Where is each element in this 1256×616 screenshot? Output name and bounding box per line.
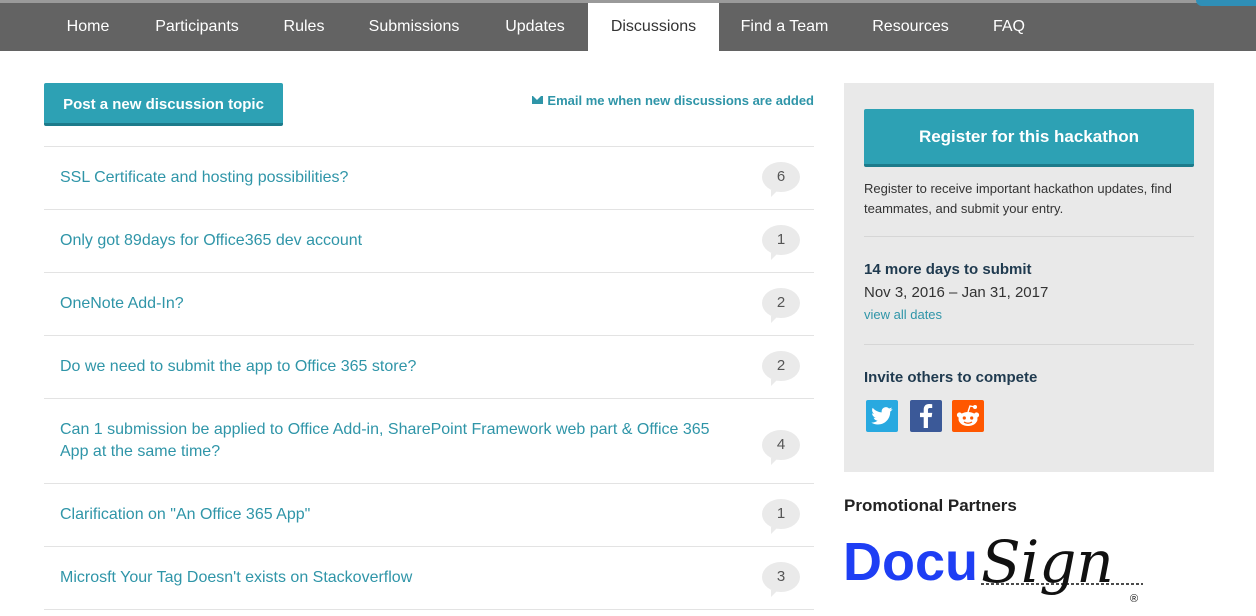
comment-count-bubble: 3 — [762, 562, 800, 597]
discussion-list: SSL Certificate and hosting possibilitie… — [44, 146, 814, 610]
divider — [864, 236, 1194, 237]
nav-discussions[interactable]: Discussions — [588, 3, 719, 51]
comment-count-bubble: 4 — [762, 430, 800, 465]
comment-count-bubble: 2 — [762, 351, 800, 386]
register-button[interactable]: Register for this hackathon — [864, 109, 1194, 167]
discussion-title[interactable]: Do we need to submit the app to Office 3… — [60, 358, 416, 375]
comment-count-bubble: 6 — [762, 162, 800, 197]
nav-updates[interactable]: Updates — [482, 3, 588, 51]
email-subscribe-label: Email me when new discussions are added — [547, 93, 814, 108]
days-remaining: 14 more days to submit — [864, 261, 1032, 278]
comment-count-bubble: 2 — [762, 288, 800, 323]
top-navigation: Home Participants Rules Submissions Upda… — [0, 0, 1256, 51]
discussion-row[interactable]: Only got 89days for Office365 dev accoun… — [44, 210, 814, 273]
twitter-icon — [871, 407, 893, 425]
docusign-logo[interactable]: Docu Sign ® — [843, 522, 1153, 612]
docusign-logo-text-docu: Docu — [843, 532, 978, 592]
reddit-icon — [956, 405, 980, 426]
view-all-dates-link[interactable]: view all dates — [864, 307, 942, 322]
nav-resources[interactable]: Resources — [850, 3, 971, 51]
discussion-title[interactable]: Only got 89days for Office365 dev accoun… — [60, 232, 362, 249]
nav-faq[interactable]: FAQ — [971, 3, 1047, 51]
discussion-title[interactable]: SSL Certificate and hosting possibilitie… — [60, 169, 348, 186]
divider — [864, 344, 1194, 345]
twitter-share-button[interactable] — [866, 400, 898, 432]
discussion-row[interactable]: Can 1 submission be applied to Office Ad… — [44, 399, 814, 484]
docusign-logo-text-sign: Sign — [981, 528, 1114, 596]
discussion-title[interactable]: Microsft Your Tag Doesn't exists on Stac… — [60, 569, 412, 586]
invite-heading: Invite others to compete — [864, 369, 1038, 386]
nav-participants[interactable]: Participants — [132, 3, 262, 51]
reddit-share-button[interactable] — [952, 400, 984, 432]
promotional-partners-heading: Promotional Partners — [844, 496, 1017, 515]
sidebar-panel: Register for this hackathon Register to … — [844, 83, 1214, 472]
register-description: Register to receive important hackathon … — [864, 181, 1172, 216]
discussion-title[interactable]: Clarification on "An Office 365 App" — [60, 506, 310, 523]
corner-accent — [1196, 0, 1256, 6]
nav-rules[interactable]: Rules — [262, 3, 346, 51]
submission-dates: Nov 3, 2016 – Jan 31, 2017 — [864, 284, 1049, 301]
comment-count-bubble: 1 — [762, 499, 800, 534]
comment-count-bubble: 1 — [762, 225, 800, 260]
discussion-row[interactable]: SSL Certificate and hosting possibilitie… — [44, 147, 814, 210]
discussion-title[interactable]: Can 1 submission be applied to Office Ad… — [60, 421, 710, 460]
email-subscribe-link[interactable]: Email me when new discussions are added — [532, 93, 814, 108]
facebook-icon — [920, 404, 933, 428]
registered-mark: ® — [1130, 593, 1138, 605]
nav-submissions[interactable]: Submissions — [346, 3, 482, 51]
discussion-row[interactable]: Do we need to submit the app to Office 3… — [44, 336, 814, 399]
discussion-row[interactable]: Microsft Your Tag Doesn't exists on Stac… — [44, 547, 814, 610]
nav-find-a-team[interactable]: Find a Team — [719, 3, 850, 51]
discussion-row[interactable]: Clarification on "An Office 365 App" 1 — [44, 484, 814, 547]
post-discussion-button[interactable]: Post a new discussion topic — [44, 83, 283, 126]
discussion-row[interactable]: OneNote Add-In? 2 — [44, 273, 814, 336]
envelope-icon — [532, 96, 544, 104]
facebook-share-button[interactable] — [910, 400, 942, 432]
nav-home[interactable]: Home — [44, 3, 132, 51]
discussion-title[interactable]: OneNote Add-In? — [60, 295, 184, 312]
